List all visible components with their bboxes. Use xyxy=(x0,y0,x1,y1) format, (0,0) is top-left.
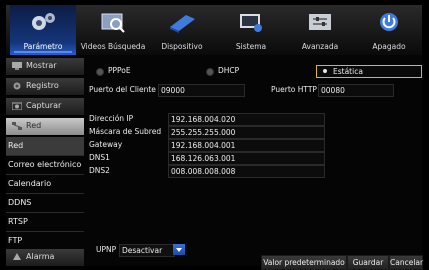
advanced-icon xyxy=(309,14,331,30)
network-icon xyxy=(12,122,22,130)
sidebar-button-label: Red xyxy=(26,121,42,130)
sidebar-button-label: Registro xyxy=(26,81,59,90)
sidebar-item-label: Red xyxy=(8,141,24,150)
tab-label: Parámetro xyxy=(23,42,63,51)
upnp-select[interactable]: Desactivar xyxy=(119,244,175,257)
sidebar-button-registro[interactable]: Registro xyxy=(6,78,84,96)
dvr-settings-window: Parámetro Videos Búsqueda Dispositivo Si… xyxy=(6,5,423,270)
sidebar-item-label: Calendario xyxy=(8,179,52,188)
tab-apagado[interactable]: Apagado xyxy=(356,5,422,55)
http-port-field[interactable]: 00080 xyxy=(318,84,394,97)
chevron-down-icon[interactable] xyxy=(173,244,185,255)
http-port-label: Puerto HTTP xyxy=(271,85,317,94)
video-search-icon xyxy=(101,13,125,33)
dns1-field[interactable]: 168.126.063.001 xyxy=(168,152,325,165)
alarm-icon xyxy=(13,253,21,260)
system-icon xyxy=(240,14,262,32)
sidebar-item-rtsp[interactable]: RTSP xyxy=(6,213,84,232)
gateway-label: Gateway xyxy=(89,140,123,149)
sidebar-item-ddns[interactable]: DDNS xyxy=(6,194,84,213)
radio-label: Estática xyxy=(333,67,363,76)
sidebar-button-label: Mostrar xyxy=(26,61,57,70)
sidebar-item-label: RTSP xyxy=(8,217,28,226)
main-tab-bar: Parámetro Videos Búsqueda Dispositivo Si… xyxy=(6,5,422,55)
client-port-label: Puerto del Cliente xyxy=(89,85,156,94)
tab-label: Apagado xyxy=(372,42,406,51)
ip-address-label: Dirección IP xyxy=(89,114,134,123)
network-settings-panel: PPPoE DHCP Estática Puerto del Cliente 0… xyxy=(86,57,423,270)
sidebar-item-red[interactable]: Red xyxy=(6,137,84,156)
tab-label: Avanzada xyxy=(301,42,339,51)
sidebar-button-mostrar[interactable]: Mostrar xyxy=(6,58,84,76)
radio-dot xyxy=(96,68,104,76)
dns1-label: DNS1 xyxy=(89,153,110,162)
subnet-mask-label: Máscara de Subred xyxy=(89,127,162,136)
tab-avanzada[interactable]: Avanzada xyxy=(287,5,353,55)
sidebar-item-calendario[interactable]: Calendario xyxy=(6,175,84,194)
dns2-field[interactable]: 008.008.008.008 xyxy=(168,165,325,178)
sidebar-button-alarma[interactable]: Alarma xyxy=(6,249,84,267)
capture-icon xyxy=(12,102,22,110)
sidebar-item-label: Correo electrónico xyxy=(8,160,82,169)
client-port-field[interactable]: 09000 xyxy=(158,84,245,97)
tab-label: Dispositivo xyxy=(161,42,203,51)
sidebar-item-label: FTP xyxy=(8,236,23,245)
tab-dispositivo[interactable]: Dispositivo xyxy=(149,5,215,55)
dns2-label: DNS2 xyxy=(89,166,110,175)
subnet-mask-field[interactable]: 255.255.255.000 xyxy=(168,126,325,139)
sidebar: Mostrar Registro Capturar Red Red Correo… xyxy=(6,57,84,267)
radio-dot xyxy=(206,68,214,76)
monitor-icon xyxy=(12,62,22,70)
sidebar-button-label: Alarma xyxy=(26,252,55,261)
radio-dot-selected xyxy=(323,69,327,73)
radio-label: PPPoE xyxy=(108,66,131,75)
sidebar-item-correo[interactable]: Correo electrónico xyxy=(6,156,84,175)
upnp-label: UPNP xyxy=(96,245,117,254)
sidebar-item-label: DDNS xyxy=(8,198,32,207)
tab-sistema[interactable]: Sistema xyxy=(218,5,284,55)
radio-estatica[interactable]: Estática xyxy=(316,65,422,78)
gateway-field[interactable]: 192.168.004.001 xyxy=(168,139,325,152)
gears-icon xyxy=(32,13,55,30)
tab-label: Videos Búsqueda xyxy=(80,42,146,51)
cancel-button[interactable]: Cancelar xyxy=(389,255,423,270)
default-values-button[interactable]: Valor predeterminado xyxy=(261,255,347,270)
sidebar-button-red[interactable]: Red xyxy=(6,118,84,136)
radio-label: DHCP xyxy=(218,66,240,75)
record-icon xyxy=(13,82,21,90)
save-button[interactable]: Guardar xyxy=(347,255,389,270)
tab-parametro[interactable]: Parámetro xyxy=(10,5,76,55)
sidebar-button-label: Capturar xyxy=(26,101,62,110)
power-icon xyxy=(380,13,398,31)
ip-address-field[interactable]: 192.168.004.020 xyxy=(168,113,325,126)
tab-label: Sistema xyxy=(235,42,267,51)
tab-videos-busqueda[interactable]: Videos Búsqueda xyxy=(80,5,146,55)
sidebar-button-capturar[interactable]: Capturar xyxy=(6,98,84,116)
disk-icon xyxy=(170,15,195,33)
